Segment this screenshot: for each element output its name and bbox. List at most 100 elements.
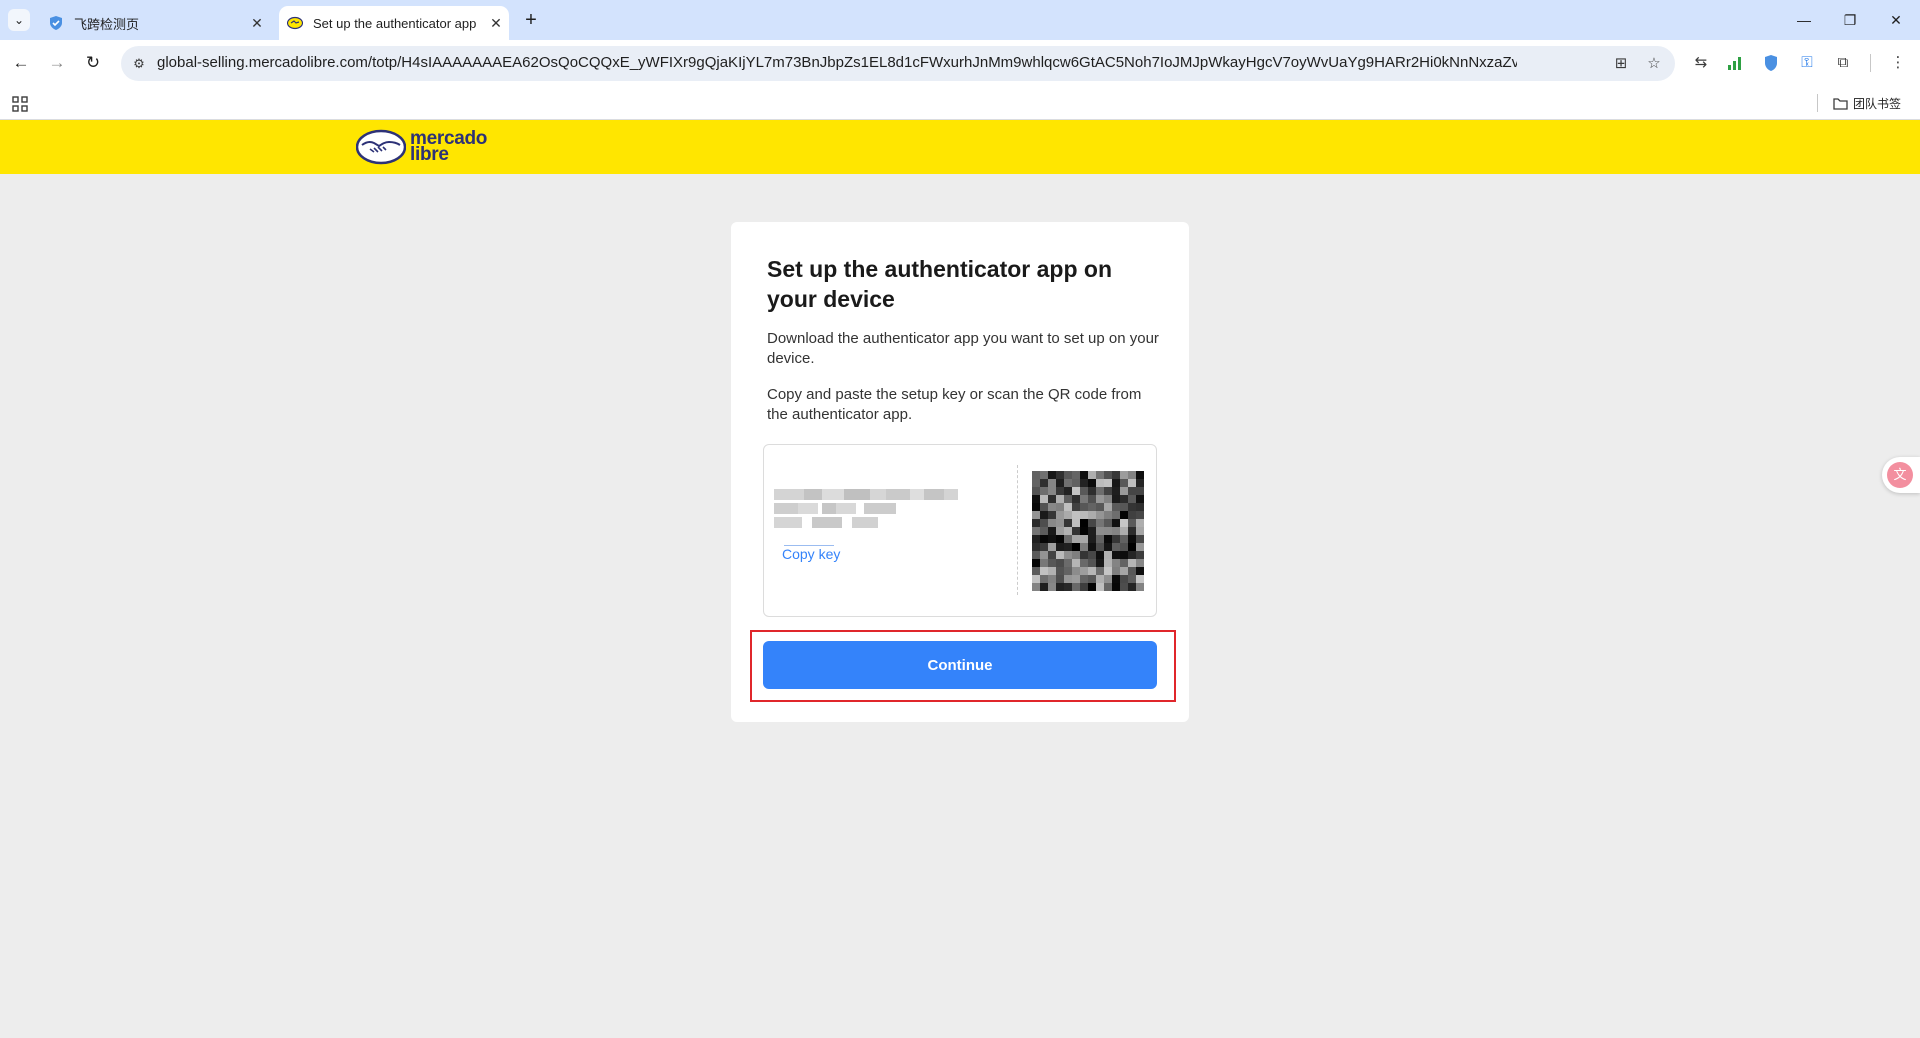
restore-icon[interactable]: ❐ (1827, 0, 1873, 40)
mercadolibre-favicon-icon (287, 16, 303, 30)
qr-cell (1096, 575, 1104, 583)
qr-cell (1048, 511, 1056, 519)
bookmark-star-icon[interactable]: ☆ (1644, 54, 1664, 74)
apps-grid-icon[interactable] (12, 96, 28, 112)
tab-close-icon[interactable]: ✕ (487, 15, 505, 32)
qr-cell (1064, 543, 1072, 551)
continue-button[interactable]: Continue (763, 641, 1157, 689)
qr-cell (1112, 543, 1120, 551)
qr-cell (1112, 471, 1120, 479)
copy-instructions: Copy and paste the setup key or scan the… (767, 386, 1142, 423)
qr-cell (1120, 543, 1128, 551)
qr-cell (1048, 559, 1056, 567)
qr-cell (1096, 583, 1104, 591)
forward-arrow-icon[interactable]: → (44, 50, 70, 76)
shield-extension-icon[interactable] (1760, 52, 1782, 74)
address-bar[interactable]: ⚙ global-selling.mercadolibre.com/totp/H… (121, 46, 1675, 81)
handshake-logo-icon (356, 129, 406, 165)
qr-cell (1136, 559, 1144, 567)
qr-cell (1080, 583, 1088, 591)
site-header: mercado libre (0, 120, 1920, 174)
qr-cell (1128, 535, 1136, 543)
qr-cell (1056, 503, 1064, 511)
key-qr-divider (1017, 465, 1018, 595)
qr-cell (1064, 519, 1072, 527)
extensions-puzzle-icon[interactable]: ⧉ (1832, 52, 1854, 74)
qr-cell (1104, 527, 1112, 535)
floating-translate-widget[interactable]: 文 (1882, 457, 1920, 493)
mercadolibre-logo[interactable]: mercado libre (356, 129, 487, 165)
qr-cell (1048, 551, 1056, 559)
tab-close-icon[interactable]: ✕ (248, 15, 266, 32)
qr-cell (1072, 543, 1080, 551)
qr-cell (1112, 519, 1120, 527)
signal-bars-icon[interactable] (1724, 52, 1746, 74)
qr-cell (1056, 583, 1064, 591)
qr-cell (1032, 479, 1040, 487)
qr-cell (1040, 503, 1048, 511)
qr-cell (1136, 503, 1144, 511)
translate-icon[interactable]: ⊞ (1611, 54, 1631, 74)
qr-cell (1064, 551, 1072, 559)
tab-authenticator[interactable]: Set up the authenticator app ✕ (279, 6, 509, 40)
qr-cell (1120, 551, 1128, 559)
bookmark-folder-team[interactable]: 团队书签 (1833, 95, 1901, 112)
qr-cell (1048, 527, 1056, 535)
qr-cell (1104, 495, 1112, 503)
qr-cell (1104, 471, 1112, 479)
qr-cell (1128, 551, 1136, 559)
qr-cell (1080, 575, 1088, 583)
reload-icon[interactable]: ↻ (80, 50, 106, 76)
copy-key-link[interactable]: Copy key (782, 546, 840, 562)
qr-cell (1120, 527, 1128, 535)
qr-cell (1136, 567, 1144, 575)
toolbar-divider (1870, 54, 1871, 72)
close-window-icon[interactable]: ✕ (1873, 0, 1919, 40)
back-arrow-icon[interactable]: ← (8, 50, 34, 76)
qr-cell (1104, 535, 1112, 543)
tab-groups-icon[interactable]: ⇆ (1690, 52, 1712, 74)
site-info-icon[interactable]: ⚙ (129, 54, 149, 74)
qr-cell (1136, 495, 1144, 503)
tab-fei-kua[interactable]: 飞跨检测页 ✕ (46, 6, 266, 40)
qr-cell (1120, 511, 1128, 519)
qr-cell (1096, 511, 1104, 519)
qr-cell (1040, 559, 1048, 567)
qr-cell (1040, 583, 1048, 591)
qr-cell (1072, 535, 1080, 543)
new-tab-icon[interactable]: + (520, 9, 542, 31)
qr-cell (1136, 543, 1144, 551)
qr-cell (1112, 503, 1120, 511)
qr-cell (1080, 567, 1088, 575)
qr-cell (1064, 567, 1072, 575)
qr-cell (1096, 551, 1104, 559)
qr-cell (1056, 527, 1064, 535)
qr-cell (1096, 479, 1104, 487)
qr-cell (1064, 511, 1072, 519)
setup-key-box: Copy key (763, 444, 1157, 617)
qr-cell (1104, 583, 1112, 591)
qr-cell (1056, 543, 1064, 551)
qr-cell (1056, 519, 1064, 527)
qr-cell (1040, 535, 1048, 543)
qr-cell (1128, 503, 1136, 511)
qr-cell (1136, 551, 1144, 559)
qr-cell (1120, 519, 1128, 527)
minimize-icon[interactable]: — (1781, 0, 1827, 40)
more-menu-icon[interactable]: ⋮ (1887, 52, 1909, 74)
qr-cell (1096, 487, 1104, 495)
qr-cell (1096, 543, 1104, 551)
tab-search-chevron-icon[interactable]: ⌄ (8, 9, 30, 31)
qr-cell (1088, 559, 1096, 567)
qr-cell (1128, 543, 1136, 551)
qr-cell (1040, 519, 1048, 527)
qr-cell (1032, 575, 1040, 583)
qr-cell (1112, 479, 1120, 487)
qr-cell (1040, 543, 1048, 551)
url-text[interactable]: global-selling.mercadolibre.com/totp/H4s… (157, 54, 1517, 71)
key-icon[interactable]: ⚿ (1796, 52, 1818, 74)
qr-cell (1072, 495, 1080, 503)
qr-cell (1128, 575, 1136, 583)
qr-cell (1048, 479, 1056, 487)
qr-cell (1040, 487, 1048, 495)
